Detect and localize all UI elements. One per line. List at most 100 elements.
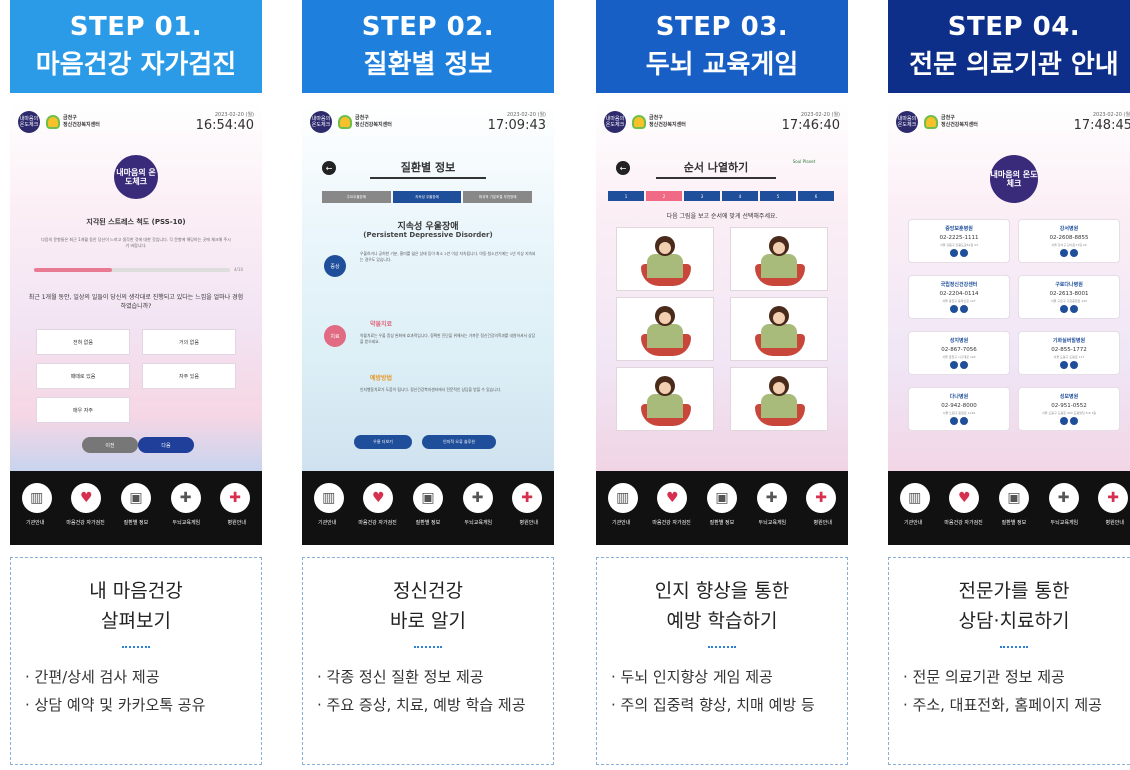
hospital-card[interactable]: 강서병원 02-2608-8855 서울 강서구 강서로17길 24: [1018, 219, 1120, 263]
answer-option[interactable]: 자주 있음: [142, 363, 236, 389]
home-icon[interactable]: [960, 249, 968, 257]
hospital-icon[interactable]: ✚: [806, 483, 837, 513]
answer-option[interactable]: 전혀 없음: [36, 329, 130, 355]
picture-card[interactable]: [616, 367, 714, 431]
map-pin-icon[interactable]: [950, 361, 958, 369]
app-logo[interactable]: 내마음의 온도체크: [310, 111, 332, 133]
home-icon[interactable]: [1070, 305, 1078, 313]
hospital-card[interactable]: 기화실버힐병원 02-855-1772 서울 도봉구 도봉로 117: [1018, 331, 1120, 375]
home-icon[interactable]: [960, 361, 968, 369]
building-icon[interactable]: ▥: [313, 483, 344, 513]
hospital-phone: 02-855-1772: [1051, 347, 1087, 353]
home-icon[interactable]: [1070, 249, 1078, 257]
heart-icon[interactable]: ♥: [949, 483, 980, 513]
home-icon[interactable]: [1070, 417, 1078, 425]
center-logo-mark: [924, 115, 938, 129]
answer-option[interactable]: 때때로 있음: [36, 363, 130, 389]
heart-icon[interactable]: ♥: [71, 483, 102, 513]
gamepad-icon[interactable]: ✚: [756, 483, 787, 513]
nav-label[interactable]: 마음건강 자가검진: [648, 519, 696, 526]
more-button[interactable]: 우울 더보기: [354, 435, 412, 449]
building-icon[interactable]: ▥: [607, 483, 638, 513]
nav-label[interactable]: 기관안내: [597, 519, 645, 526]
treatment-text: 약물치료는 우울 증상 완화에 효과적입니다. 정확한 진단을 위해서는 가까운…: [360, 333, 536, 344]
clock: 2023-02-20 (월) 17:48:45: [1074, 111, 1130, 133]
caption-line: 바로 알기: [390, 610, 466, 632]
app-logo[interactable]: 내마음의 온도체크: [18, 111, 40, 133]
map-pin-icon[interactable]: [950, 249, 958, 257]
map-pin-icon[interactable]: [1060, 305, 1068, 313]
nav-label[interactable]: 마음건강 자가검진: [940, 519, 988, 526]
nav-label[interactable]: 기관안내: [303, 519, 351, 526]
hospital-card[interactable]: 국립정신건강센터 02-2204-0114 서울 광진구 용마산로 127: [908, 275, 1010, 319]
divider: [414, 646, 442, 648]
next-button[interactable]: 다음: [138, 437, 194, 453]
nav-label[interactable]: 두뇌교육게임: [1040, 519, 1088, 526]
hospital-address: 서울 강서구 강서로17길 24: [1051, 243, 1087, 247]
disease-tab[interactable]: 지속성 우울장애: [392, 191, 462, 203]
nav-label[interactable]: 질환별 정보: [990, 519, 1038, 526]
caption-line: 예방 학습하기: [666, 610, 778, 632]
id-card-icon[interactable]: ▣: [120, 483, 151, 513]
nav-label[interactable]: 병원안내: [799, 519, 847, 526]
picture-card[interactable]: [730, 367, 828, 431]
hospital-icon[interactable]: ✚: [220, 483, 251, 513]
answer-option[interactable]: 매우 자주: [36, 397, 130, 423]
picture-card[interactable]: [616, 297, 714, 361]
id-card-icon[interactable]: ▣: [412, 483, 443, 513]
picture-card[interactable]: [730, 227, 828, 291]
hospital-card[interactable]: 구로다나병원 02-2613-8001 서울 구로구 구로중앙로 125: [1018, 275, 1120, 319]
nav-label[interactable]: 질환별 정보: [112, 519, 160, 526]
nav-label[interactable]: 병원안내: [213, 519, 261, 526]
gamepad-icon[interactable]: ✚: [462, 483, 493, 513]
nav-label[interactable]: 마음건강 자가검진: [62, 519, 110, 526]
map-pin-icon[interactable]: [1060, 361, 1068, 369]
map-pin-icon[interactable]: [950, 305, 958, 313]
building-icon[interactable]: ▥: [21, 483, 52, 513]
nav-label[interactable]: 기관안내: [11, 519, 59, 526]
gamepad-icon[interactable]: ✚: [170, 483, 201, 513]
nav-label[interactable]: 기관안내: [889, 519, 937, 526]
nav-label[interactable]: 병원안내: [505, 519, 553, 526]
gamepad-icon[interactable]: ✚: [1048, 483, 1079, 513]
nav-label[interactable]: 질환별 정보: [404, 519, 452, 526]
disease-tab[interactable]: 파괴적 기분조절 부전장애: [463, 191, 533, 203]
map-pin-icon[interactable]: [1060, 249, 1068, 257]
nav-label[interactable]: 마음건강 자가검진: [354, 519, 402, 526]
hospital-card[interactable]: 중앙보훈병원 02-2225-1111 서울 강동구 진황도로61길 53: [908, 219, 1010, 263]
picture-card[interactable]: [730, 297, 828, 361]
page-title: 질환별 정보: [370, 159, 486, 179]
id-card-icon[interactable]: ▣: [998, 483, 1029, 513]
nav-label[interactable]: 두뇌교육게임: [454, 519, 502, 526]
home-icon[interactable]: [1070, 361, 1078, 369]
solution-button[interactable]: 인지적 오류 솔루션: [422, 435, 496, 449]
heart-icon[interactable]: ♥: [657, 483, 688, 513]
map-pin-icon[interactable]: [950, 417, 958, 425]
nav-label[interactable]: 두뇌교육게임: [162, 519, 210, 526]
app-logo[interactable]: 내마음의 온도체크: [604, 111, 626, 133]
hospital-card[interactable]: 다나병원 02-942-8000 서울 노원구 동일로 1126: [908, 387, 1010, 431]
picture-card[interactable]: [616, 227, 714, 291]
nav-label[interactable]: 질환별 정보: [698, 519, 746, 526]
back-arrow-icon[interactable]: ←: [616, 161, 630, 175]
caption-line: 살펴보기: [101, 610, 171, 632]
hospital-icon[interactable]: ✚: [1098, 483, 1129, 513]
center-logo: 금천구 정신건강복지센터: [632, 115, 686, 129]
nav-label[interactable]: 병원안내: [1091, 519, 1130, 526]
heart-icon[interactable]: ♥: [363, 483, 394, 513]
symptom-text: 우울하거나 공허한 기분, 흥미를 잃은 상태 등이 최소 2년 이상 지속됩니…: [360, 251, 536, 262]
home-icon[interactable]: [960, 417, 968, 425]
prev-button[interactable]: 이전: [82, 437, 138, 453]
hospital-card[interactable]: 성지병원 02-867-7056 서울 금천구 시흥대로 122: [908, 331, 1010, 375]
map-pin-icon[interactable]: [1060, 417, 1068, 425]
nav-label[interactable]: 두뇌교육게임: [748, 519, 796, 526]
hospital-card[interactable]: 성모병원 02-951-0552 서울 도봉구 도봉로 403 도봉빌딩 5,6,7…: [1018, 387, 1120, 431]
home-icon[interactable]: [960, 305, 968, 313]
id-card-icon[interactable]: ▣: [706, 483, 737, 513]
answer-option[interactable]: 거의 없음: [142, 329, 236, 355]
disease-tab[interactable]: 주요우울장애: [322, 191, 391, 203]
back-arrow-icon[interactable]: ←: [322, 161, 336, 175]
hospital-icon[interactable]: ✚: [512, 483, 543, 513]
app-logo[interactable]: 내마음의 온도체크: [896, 111, 918, 133]
building-icon[interactable]: ▥: [899, 483, 930, 513]
